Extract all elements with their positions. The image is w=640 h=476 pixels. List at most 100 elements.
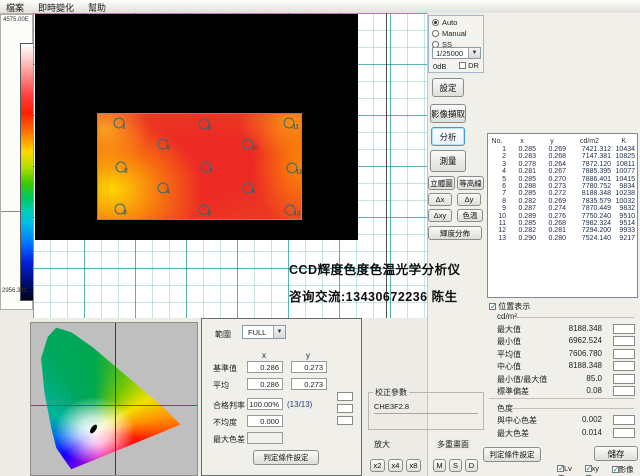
table-cell: 0.285 <box>508 220 538 227</box>
table-row[interactable]: 30.2780.2647872.12010811 <box>488 161 637 168</box>
measure-point-marker[interactable]: 11 <box>284 118 295 129</box>
table-row[interactable]: 50.2850.2707886.40110415 <box>488 176 637 183</box>
checkbox-icon[interactable] <box>557 465 564 472</box>
surface3d-button[interactable]: 立體圖 <box>428 176 455 190</box>
exposure-radio-row[interactable]: Manual <box>432 29 483 38</box>
measure-point-marker[interactable]: 3 <box>114 204 125 215</box>
reference-y-field[interactable]: 0.273 <box>291 361 327 373</box>
average-y-field[interactable]: 0.273 <box>291 378 327 390</box>
measure-point-marker[interactable]: 1 <box>113 118 124 129</box>
table-cell: 5 <box>488 176 508 183</box>
table-cell: 0.287 <box>508 205 538 212</box>
contour-button[interactable]: 等高線 <box>457 176 484 190</box>
reference-x-field[interactable]: 0.286 <box>247 361 283 373</box>
table-cell: 7872.120 <box>568 161 613 168</box>
measure-point-marker[interactable]: 4 <box>157 183 168 194</box>
measure-point-number: 4 <box>166 190 169 196</box>
measure-point-marker[interactable]: 2 <box>115 162 126 173</box>
measure-point-marker[interactable]: 13 <box>285 204 296 215</box>
zoom-button-x4[interactable]: x4 <box>388 459 403 472</box>
position-checkbox[interactable] <box>489 303 496 310</box>
checkbox-icon[interactable] <box>585 465 592 472</box>
stat-value: 0.08 <box>542 386 602 395</box>
chevron-down-icon[interactable]: ▼ <box>273 326 285 338</box>
measure-button[interactable]: 測量 <box>430 150 466 172</box>
measure-point-marker[interactable]: 8 <box>198 204 209 215</box>
table-header-row: No.xycd/m2K <box>488 137 637 146</box>
delta-xy-button[interactable]: Δxy <box>428 209 452 222</box>
delta-x-button[interactable]: Δx <box>428 193 452 206</box>
luminance-heatmap[interactable]: 1 6 11 5 10 2 7 12 4 9 3 8 13 <box>97 113 302 220</box>
judge-settings-button[interactable]: 判定條件設定 <box>253 450 319 465</box>
menu-item[interactable]: 檔案 <box>6 1 24 14</box>
average-x-field[interactable]: 0.286 <box>247 378 283 390</box>
multi-button-s[interactable]: S <box>449 459 462 472</box>
table-row[interactable]: 90.2870.2747870.4499832 <box>488 205 637 212</box>
radio-icon[interactable] <box>432 30 439 37</box>
table-row[interactable]: 10.2850.2697421.31210434 <box>488 146 637 153</box>
chevron-down-icon[interactable]: ▼ <box>468 48 480 58</box>
table-row[interactable]: 120.2820.2817294.2009933 <box>488 227 637 234</box>
stat-value: 7606.780 <box>542 349 602 358</box>
status-box <box>337 404 353 413</box>
table-row[interactable]: 70.2850.2728188.34810238 <box>488 190 637 197</box>
table-cell: 0.274 <box>538 205 568 212</box>
measure-point-marker[interactable]: 10 <box>243 139 254 150</box>
table-row[interactable]: 40.2810.2677885.39510077 <box>488 168 637 175</box>
stat-color-box[interactable] <box>613 336 635 346</box>
table-row[interactable]: 130.2900.2807524.1409217 <box>488 235 637 242</box>
shutter-dropdown[interactable]: 1/25000 ▼ <box>432 47 481 59</box>
position-toggle-row[interactable]: 位置表示 <box>489 301 530 312</box>
settings-button[interactable]: 設定 <box>432 78 464 97</box>
dr-checkbox[interactable] <box>459 62 466 69</box>
footer-checkbox-row[interactable]: Lv值 <box>557 464 579 476</box>
measure-point-marker[interactable]: 7 <box>200 162 211 173</box>
maxdiff-field[interactable] <box>247 432 283 444</box>
colortemp-button[interactable]: 色溫 <box>457 209 483 222</box>
measure-point-marker[interactable]: 12 <box>287 162 298 173</box>
stat-label: 與中心色差 <box>497 415 537 426</box>
stat-color-box[interactable] <box>613 415 635 425</box>
zoom-button-x8[interactable]: x8 <box>406 459 421 472</box>
zoom-button-x2[interactable]: x2 <box>370 459 385 472</box>
analyze-button[interactable]: 分析 <box>431 127 465 146</box>
measure-point-marker[interactable]: 9 <box>243 183 254 194</box>
table-row[interactable]: 20.2830.2687147.38110825 <box>488 153 637 160</box>
luminance-dist-button[interactable]: 輝度分佈 <box>428 226 482 240</box>
dr-checkbox-row[interactable]: DR <box>459 61 479 70</box>
exposure-radio-row[interactable]: Auto <box>432 18 483 27</box>
capture-button[interactable]: 影像擷取 <box>430 104 466 123</box>
measure-point-marker[interactable]: 6 <box>198 118 209 129</box>
judge-settings-button-2[interactable]: 判定條件設定 <box>483 447 541 462</box>
table-cell: 2 <box>488 153 508 160</box>
table-cell: 0.273 <box>538 183 568 190</box>
pass-rate-field[interactable]: 100.00% <box>247 398 283 410</box>
cie-diagram[interactable] <box>30 322 198 476</box>
stat-color-box[interactable] <box>613 374 635 384</box>
delta-y-button[interactable]: Δy <box>457 193 481 206</box>
radio-icon[interactable] <box>432 19 439 26</box>
table-header-cell: cd/m2 <box>568 137 613 146</box>
multi-button-d[interactable]: D <box>465 459 478 472</box>
measure-point-marker[interactable]: 5 <box>157 139 168 150</box>
table-row[interactable]: 100.2890.2767750.2409510 <box>488 213 637 220</box>
stat-color-box[interactable] <box>613 349 635 359</box>
stat-color-box[interactable] <box>613 386 635 396</box>
pass-count-label: (13/13) <box>287 400 312 409</box>
table-row[interactable]: 60.2880.2737780.7529834 <box>488 183 637 190</box>
table-row[interactable]: 110.2850.2687982.3249514 <box>488 220 637 227</box>
stat-color-box[interactable] <box>613 324 635 334</box>
uniformity-field[interactable]: 0.000 <box>247 415 283 427</box>
range-dropdown[interactable]: FULL ▼ <box>242 325 286 339</box>
table-cell: 0.264 <box>538 161 568 168</box>
footer-checkbox-row[interactable]: xy值 <box>585 464 606 476</box>
stat-color-box[interactable] <box>613 428 635 438</box>
stat-color-box[interactable] <box>613 361 635 371</box>
checkbox-icon[interactable] <box>612 466 619 473</box>
table-row[interactable]: 80.2820.2697835.57910032 <box>488 198 637 205</box>
table-cell: 11 <box>488 220 508 227</box>
camera-image[interactable]: 1 6 11 5 10 2 7 12 4 9 3 8 13 <box>35 14 358 240</box>
save-button[interactable]: 儲存 <box>594 446 638 461</box>
footer-checkbox-row[interactable]: 影像圖 <box>612 464 640 476</box>
multi-button-m[interactable]: M <box>433 459 446 472</box>
